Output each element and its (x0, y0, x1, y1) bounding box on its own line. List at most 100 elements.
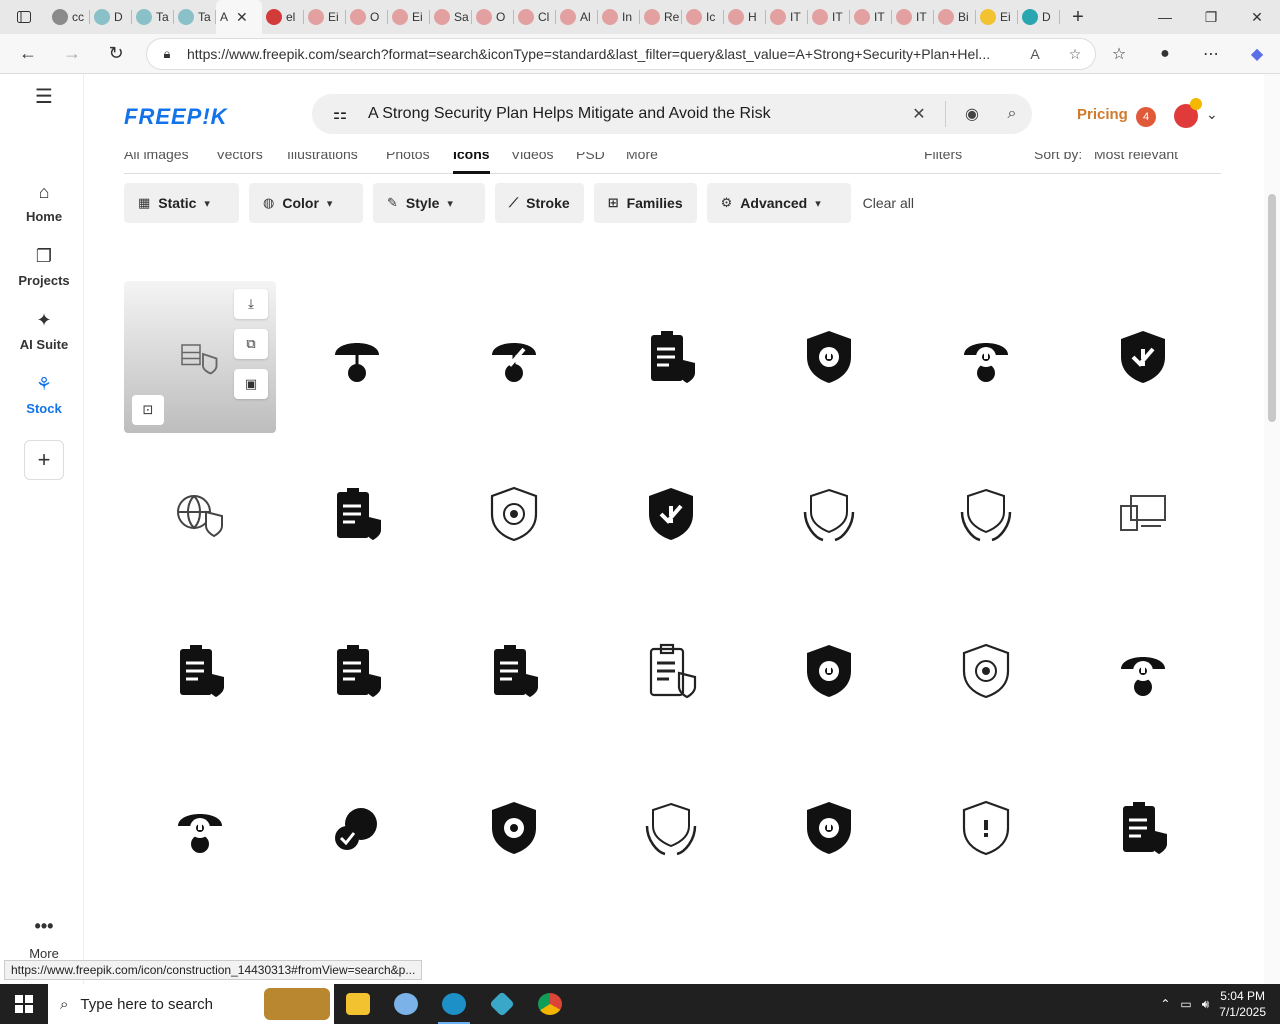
icon-result-card[interactable] (753, 281, 905, 433)
pricing-link[interactable]: Pricing (1077, 106, 1128, 123)
icon-result-card[interactable] (281, 281, 433, 433)
browser-tab[interactable]: Bi (934, 0, 976, 34)
icon-result-card[interactable] (1067, 438, 1219, 590)
browser-tab[interactable]: IT (808, 0, 850, 34)
filter-families-button[interactable]: ⊞ Families (593, 183, 697, 223)
icon-result-card[interactable] (438, 595, 590, 747)
file-explorer-icon[interactable] (334, 984, 382, 1024)
system-clock[interactable]: 5:04 PM 7/1/2025 (1219, 988, 1266, 1020)
icon-result-card[interactable] (281, 595, 433, 747)
browser-tab[interactable]: H (724, 0, 766, 34)
copilot-icon[interactable]: ◆ (1234, 44, 1280, 64)
icon-result-card[interactable] (595, 595, 747, 747)
lock-icon[interactable]: 🔒︎ (147, 46, 187, 62)
icon-result-card[interactable] (124, 595, 276, 747)
filter-style-button[interactable]: ✎ Style ▾ (373, 183, 485, 223)
icon-result-card[interactable] (595, 438, 747, 590)
icon-result-card[interactable] (595, 752, 747, 904)
search-type-icon[interactable]: ⚏ (312, 104, 368, 124)
browser-tab[interactable]: Ei (388, 0, 430, 34)
browser-tab[interactable]: Ta (174, 0, 216, 34)
tab-actions-icon[interactable] (0, 0, 48, 34)
save-to-collection-icon[interactable]: ▣ (234, 369, 268, 399)
refresh-button[interactable]: ↻ (94, 43, 138, 64)
icon-result-card[interactable] (281, 752, 433, 904)
browser-tab[interactable]: IT (850, 0, 892, 34)
icon-result-card[interactable] (595, 281, 747, 433)
filter-advanced-button[interactable]: ⚙ Advanced ▾ (706, 183, 851, 223)
icon-result-card[interactable] (1067, 281, 1219, 433)
browser-tab[interactable]: Re (640, 0, 682, 34)
icon-result-card[interactable] (124, 438, 276, 590)
browser-tab[interactable]: Cl (514, 0, 556, 34)
icon-result-card[interactable] (438, 281, 590, 433)
freepik-logo[interactable]: FREEP!K (124, 104, 228, 130)
sidebar-item-stock[interactable]: ⚘ Stock (4, 374, 84, 416)
search-bar[interactable]: ⚏ A Strong Security Plan Helps Mitigate … (312, 94, 1032, 134)
browser-tab[interactable]: el (262, 0, 304, 34)
taskbar-search-input[interactable]: Type here to search (80, 996, 213, 1013)
favorite-star-icon[interactable]: ☆ (1055, 46, 1095, 63)
edit-icon[interactable]: ⊡ (132, 395, 164, 425)
paint-app-icon[interactable] (382, 984, 430, 1024)
windows-start-icon[interactable] (0, 984, 48, 1024)
browser-tab[interactable]: Ic (682, 0, 724, 34)
profile-icon[interactable]: ● (1142, 45, 1188, 63)
volume-icon[interactable]: 🔊︎ (1202, 997, 1210, 1012)
browser-tab[interactable]: IT (892, 0, 934, 34)
icon-result-card[interactable] (438, 438, 590, 590)
hamburger-menu-icon[interactable]: ☰ (4, 84, 84, 109)
icon-result-card[interactable] (753, 438, 905, 590)
browser-tab[interactable]: In (598, 0, 640, 34)
settings-menu-icon[interactable]: ⋯ (1188, 44, 1234, 64)
icon-result-card[interactable] (281, 438, 433, 590)
network-icon[interactable]: ▭ (1180, 997, 1191, 1011)
browser-tab[interactable]: Ta (132, 0, 174, 34)
url-field[interactable]: 🔒︎ https://www.freepik.com/search?format… (146, 38, 1096, 70)
browser-tab[interactable]: Sa (430, 0, 472, 34)
minimize-icon[interactable]: — (1142, 0, 1188, 34)
chevron-down-icon[interactable]: ⌄ (1206, 106, 1218, 123)
notification-badge[interactable]: 4 (1136, 107, 1156, 127)
sidebar-more-label[interactable]: More (4, 946, 84, 961)
more-dots-icon[interactable]: ••• (4, 916, 84, 937)
close-tab-icon[interactable]: ✕ (236, 9, 248, 26)
favorites-icon[interactable]: ☆ (1096, 44, 1142, 64)
browser-tab-active[interactable]: A ✕ (216, 0, 262, 34)
browser-tab[interactable]: Ei (304, 0, 346, 34)
icon-result-card[interactable] (1067, 595, 1219, 747)
browser-tab[interactable]: D (90, 0, 132, 34)
chrome-browser-icon[interactable] (526, 984, 574, 1024)
icon-result-card[interactable] (753, 752, 905, 904)
browser-tab[interactable]: IT (766, 0, 808, 34)
taskbar-search[interactable]: ⌕ Type here to search (48, 984, 334, 1024)
back-button[interactable]: ← (6, 43, 50, 64)
download-icon[interactable]: ⤓ (234, 289, 268, 319)
search-input[interactable]: A Strong Security Plan Helps Mitigate an… (368, 105, 899, 123)
icon-result-card[interactable]: ⤓ ⧉ ▣ ⊡ (124, 281, 276, 433)
icon-result-card[interactable] (910, 752, 1062, 904)
icon-result-card[interactable] (124, 752, 276, 904)
filter-color-button[interactable]: ◍ Color ▾ (249, 183, 363, 223)
page-scrollbar[interactable] (1264, 74, 1280, 984)
chevron-up-icon[interactable]: ⌃ (1160, 997, 1170, 1011)
icon-result-card[interactable] (753, 595, 905, 747)
browser-tab[interactable]: O (346, 0, 388, 34)
icon-result-card[interactable] (910, 595, 1062, 747)
icon-result-card[interactable] (910, 438, 1062, 590)
new-tab-button[interactable]: + (1060, 6, 1096, 29)
url-text[interactable]: https://www.freepik.com/search?format=se… (187, 46, 1015, 62)
browser-tab[interactable]: D (1018, 0, 1060, 34)
filter-static-button[interactable]: ▦ Static ▾ (124, 183, 239, 223)
add-button[interactable]: + (4, 440, 84, 480)
restore-icon[interactable]: ❐ (1188, 0, 1234, 34)
forward-button[interactable]: → (50, 43, 94, 64)
close-window-icon[interactable]: ✕ (1234, 0, 1280, 34)
clear-search-icon[interactable]: ✕ (899, 104, 939, 124)
copy-icon[interactable]: ⧉ (234, 329, 268, 359)
browser-tab[interactable]: Ei (976, 0, 1018, 34)
icon-result-card[interactable] (1067, 752, 1219, 904)
search-icon[interactable]: ⌕ (992, 105, 1032, 123)
read-aloud-icon[interactable]: A (1015, 46, 1055, 62)
browser-tab[interactable]: O (472, 0, 514, 34)
